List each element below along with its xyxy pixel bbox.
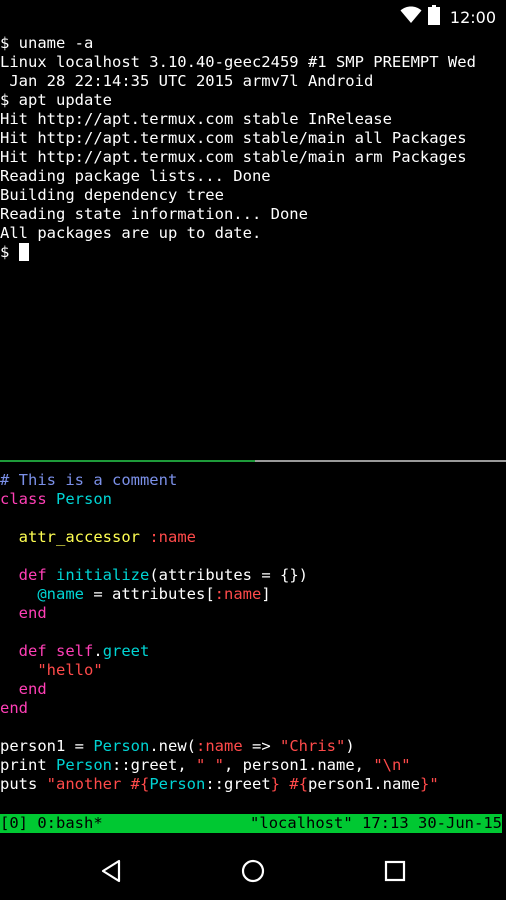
string-literal: " " [196, 756, 224, 774]
method-name: initialize [56, 566, 150, 584]
code-line: end [0, 699, 506, 718]
status-icons: 12:00 [400, 5, 496, 29]
class-name: Person [149, 775, 206, 793]
keyword: def [18, 642, 47, 660]
terminal-line: Hit http://apt.termux.com stable/main al… [0, 129, 467, 147]
code-line: attr_accessor :name [0, 528, 506, 547]
string-literal: "Chris" [280, 737, 346, 755]
string-literal: "hello" [37, 661, 103, 679]
terminal-line: Reading state information... Done [0, 205, 308, 223]
pane-divider [255, 460, 506, 462]
terminal-line: Hit http://apt.termux.com stable/main ar… [0, 148, 467, 166]
code-line: puts "another #{Person::greet, ::greet} … [0, 775, 439, 793]
navigation-bar [0, 840, 506, 900]
home-button[interactable] [240, 858, 266, 884]
wifi-icon [400, 6, 422, 28]
keyword: self [56, 642, 94, 660]
code-line: def initialize(attributes = {}) [18, 566, 308, 584]
code-line: person1 = Person.new(:name => "Chris") [0, 737, 355, 755]
tmux-host-time: "localhost" 17:13 30-Jun-15 [250, 814, 502, 832]
tmux-status-bar: [0] 0:bash* "localhost" 17:13 30-Jun-15 [0, 814, 502, 833]
code-pane[interactable]: # This is a comment class Person attr_ac… [0, 471, 506, 811]
class-name: Person [56, 756, 112, 774]
terminal-pane-top[interactable]: $ uname -a Linux localhost 3.10.40-geec2… [0, 34, 506, 460]
terminal-line: $ uname -a [0, 34, 94, 52]
method-name: greet [102, 642, 150, 660]
class-name: Person [93, 737, 150, 755]
keyword: class [0, 490, 47, 508]
keyword: end [18, 604, 47, 622]
code-line: @name = attributes[:name] [37, 585, 271, 603]
method-name: attr_accessor [18, 528, 140, 546]
terminal-line: Linux localhost 3.10.40-geec2459 #1 SMP … [0, 53, 476, 71]
symbol: :name [214, 585, 262, 603]
symbol: :name [196, 737, 243, 755]
symbol: :name [149, 528, 197, 546]
tmux-window-list[interactable]: [0] 0:bash* [0, 814, 103, 833]
prompt: $ [0, 243, 19, 261]
class-name: Person [56, 490, 113, 508]
code-line: class Person [0, 490, 506, 509]
pane-divider-active [0, 460, 255, 462]
cursor [18, 243, 29, 261]
terminal-line: Hit http://apt.termux.com stable InRelea… [0, 110, 392, 128]
string-literal: "another [46, 775, 131, 793]
code-line: def self.greet [18, 642, 150, 660]
terminal-line: $ apt update [0, 91, 112, 109]
code-line: end [0, 604, 506, 623]
terminal-line: Jan 28 22:14:35 UTC 2015 armv7l Android [0, 72, 374, 90]
recents-icon [384, 860, 406, 882]
instance-variable: @name [37, 585, 84, 603]
keyword: end [18, 680, 47, 698]
status-bar: 12:00 [0, 0, 506, 32]
keyword: def [18, 566, 47, 584]
code-line: print Person::greet, " ", person1.name, … [0, 756, 411, 774]
code-line: # This is a comment [0, 471, 506, 490]
back-icon [101, 859, 121, 883]
code-comment: # This is a comment [0, 471, 178, 489]
clock: 12:00 [449, 7, 496, 27]
battery-icon [427, 5, 440, 29]
recents-button[interactable] [382, 858, 408, 884]
keyword: end [0, 699, 28, 717]
home-icon [241, 859, 265, 883]
code-line: "hello" [0, 661, 506, 680]
terminal-line: All packages are up to date. [0, 224, 262, 242]
terminal-line: Reading package lists... Done [0, 167, 271, 185]
back-button[interactable] [98, 858, 124, 884]
string-literal: "\n" [373, 756, 411, 774]
terminal-line: Building dependency tree [0, 186, 224, 204]
code-line: end [0, 680, 506, 699]
prompt-line[interactable]: $ [0, 243, 506, 262]
